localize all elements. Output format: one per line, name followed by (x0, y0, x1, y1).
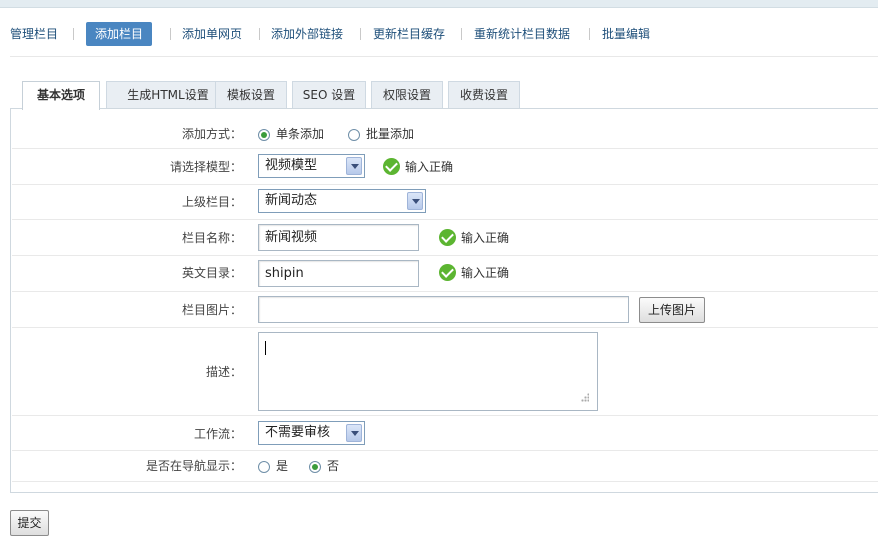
row-divider (12, 184, 878, 185)
nav-separator (360, 28, 361, 40)
chevron-down-icon (407, 192, 423, 210)
check-circle-icon (383, 158, 400, 175)
model-status-text: 输入正确 (405, 160, 454, 174)
radio-nav-no-label: 否 (327, 459, 340, 473)
resize-grip-icon[interactable] (579, 393, 589, 403)
nav-separator (259, 28, 260, 40)
row-divider (12, 291, 878, 292)
nav-show-label: 是否在导航显示： (145, 459, 242, 473)
radio-single-add[interactable] (258, 129, 270, 141)
tab-basic[interactable]: 基本选项 (22, 81, 100, 110)
description-textarea[interactable] (258, 332, 598, 411)
dir-status-text: 输入正确 (461, 266, 510, 280)
divider (10, 56, 878, 57)
nav-recount-data[interactable]: 重新统计栏目数据 (474, 22, 570, 46)
radio-single-add-label: 单条添加 (276, 127, 325, 141)
check-circle-icon (439, 229, 456, 246)
radio-nav-yes[interactable] (258, 461, 270, 473)
radio-nav-yes-label: 是 (276, 459, 289, 473)
row-divider (12, 481, 878, 482)
name-status-text: 输入正确 (461, 231, 510, 245)
image-url-input[interactable] (258, 296, 629, 323)
nav-separator (170, 28, 171, 40)
dir-label: 英文目录： (181, 266, 242, 280)
workflow-label: 工作流： (193, 427, 242, 441)
row-divider (12, 148, 878, 149)
workflow-select-value: 不需要审核 (265, 425, 331, 440)
check-circle-icon (439, 264, 456, 281)
sub-nav: 管理栏目 添加栏目 添加单网页 添加外部链接 更新栏目缓存 重新统计栏目数据 批… (0, 22, 878, 46)
column-name-input[interactable]: 新闻视频 (258, 224, 419, 251)
tab-template[interactable]: 模板设置 (215, 81, 287, 109)
chevron-down-icon (346, 157, 362, 175)
nav-add-single-page[interactable]: 添加单网页 (182, 22, 242, 46)
radio-nav-no[interactable] (309, 461, 321, 473)
row-divider (12, 450, 878, 451)
name-label: 栏目名称： (181, 231, 242, 245)
row-divider (12, 415, 878, 416)
radio-batch-add[interactable] (348, 129, 360, 141)
row-divider (12, 219, 878, 220)
nav-manage-columns[interactable]: 管理栏目 (10, 22, 58, 46)
model-label: 请选择模型： (169, 160, 242, 174)
row-divider (12, 255, 878, 256)
chevron-down-icon (346, 424, 362, 442)
tab-seo[interactable]: SEO 设置 (292, 81, 366, 109)
submit-button[interactable]: 提交 (10, 510, 49, 536)
upload-image-button[interactable]: 上传图片 (639, 297, 705, 323)
nav-update-cache[interactable]: 更新栏目缓存 (373, 22, 445, 46)
add-mode-label: 添加方式： (181, 127, 242, 141)
row-divider (12, 327, 878, 328)
nav-add-external-link[interactable]: 添加外部链接 (271, 22, 343, 46)
desc-label: 描述： (205, 365, 242, 379)
english-dir-input[interactable]: shipin (258, 260, 419, 287)
parent-select[interactable]: 新闻动态 (258, 189, 426, 213)
nav-add-column[interactable]: 添加栏目 (86, 22, 153, 46)
tab-charging[interactable]: 收费设置 (448, 81, 520, 109)
model-select[interactable]: 视频模型 (258, 154, 365, 178)
tab-html-settings[interactable]: 生成HTML设置 (106, 81, 230, 109)
image-label: 栏目图片： (181, 303, 242, 317)
parent-select-value: 新闻动态 (265, 193, 318, 208)
tab-permissions[interactable]: 权限设置 (371, 81, 443, 109)
model-select-value: 视频模型 (265, 158, 318, 173)
parent-label: 上级栏目： (181, 195, 242, 209)
top-strip (0, 0, 878, 8)
nav-separator (461, 28, 462, 40)
nav-separator (589, 28, 590, 40)
radio-batch-add-label: 批量添加 (366, 127, 415, 141)
nav-separator (73, 28, 74, 40)
workflow-select[interactable]: 不需要审核 (258, 421, 365, 445)
text-caret (265, 341, 266, 355)
nav-batch-edit[interactable]: 批量编辑 (602, 22, 650, 46)
